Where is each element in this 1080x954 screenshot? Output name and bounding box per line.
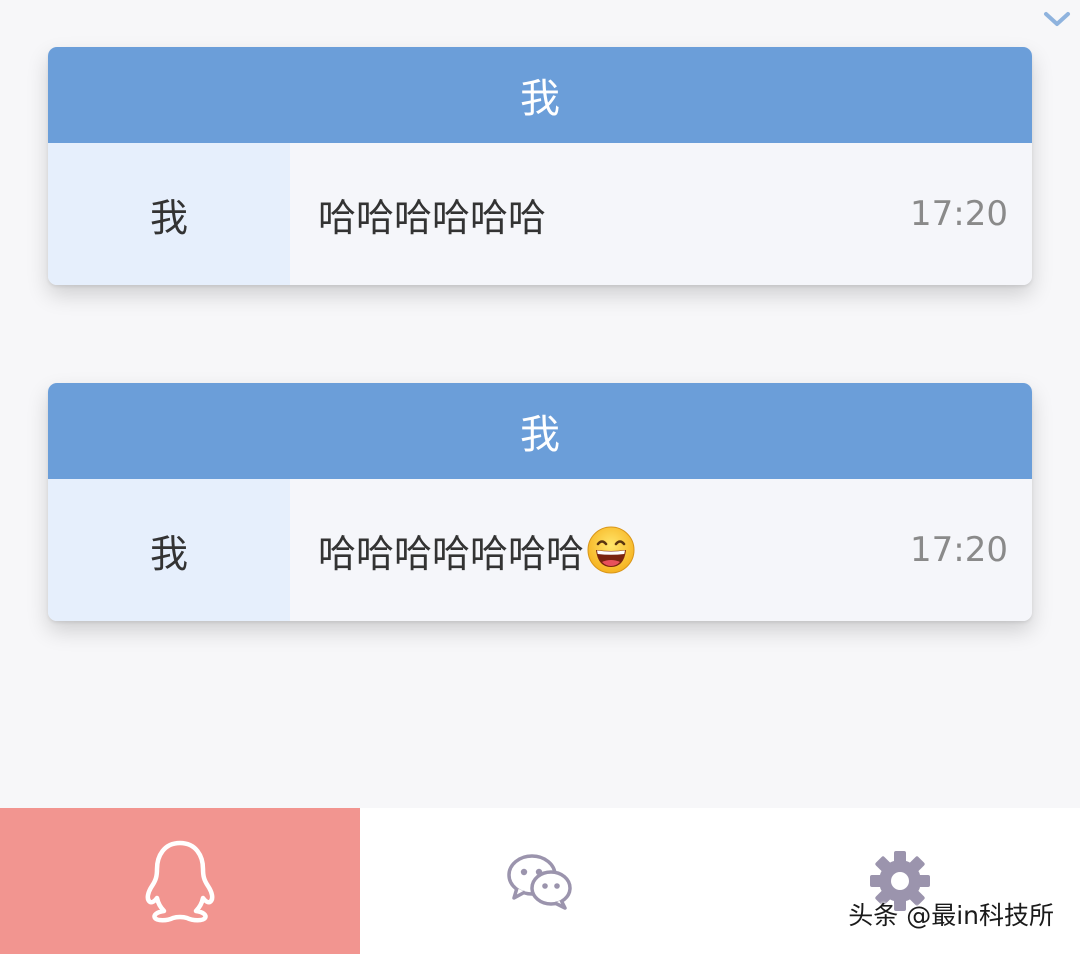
tab-settings[interactable]: 头条 @最in科技所	[720, 808, 1080, 954]
card-header-title: 我	[48, 383, 1032, 479]
sender-name: 我	[48, 479, 290, 621]
card-body: 我 哈哈哈哈哈哈 17:20	[48, 143, 1032, 285]
message-text: 哈哈哈哈哈哈哈	[318, 523, 636, 578]
message-text-content: 哈哈哈哈哈哈哈	[318, 531, 585, 576]
message-cell: 哈哈哈哈哈哈哈 17:20	[290, 479, 1032, 621]
sender-name: 我	[48, 143, 290, 285]
tab-qq[interactable]	[0, 808, 360, 954]
tab-wechat[interactable]	[360, 808, 720, 954]
qq-penguin-icon	[145, 840, 215, 923]
bottom-tab-bar: 头条 @最in科技所	[0, 808, 1080, 954]
grinning-face-emoji-icon	[587, 526, 635, 574]
wechat-icon	[507, 854, 572, 910]
message-text: 哈哈哈哈哈哈	[318, 187, 546, 242]
message-card[interactable]: 我 我 哈哈哈哈哈哈 17:20	[48, 47, 1032, 285]
message-time: 17:20	[910, 530, 1008, 570]
message-card[interactable]: 我 我 哈哈哈哈哈哈哈 17:20	[48, 383, 1032, 621]
card-body: 我 哈哈哈哈哈哈哈 17:20	[48, 479, 1032, 621]
chevron-down-icon[interactable]	[1042, 6, 1072, 32]
message-time: 17:20	[910, 194, 1008, 234]
message-text-content: 哈哈哈哈哈哈	[318, 195, 547, 240]
message-cell: 哈哈哈哈哈哈 17:20	[290, 143, 1032, 285]
card-header-title: 我	[48, 47, 1032, 143]
watermark-text: 头条 @最in科技所	[848, 901, 1054, 930]
